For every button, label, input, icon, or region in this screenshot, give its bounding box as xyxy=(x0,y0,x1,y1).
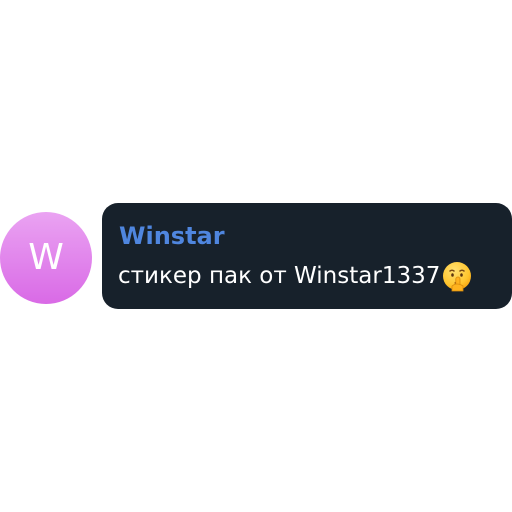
message-content: стикер пак от Winstar1337 xyxy=(118,259,473,293)
chat-message: W Winstar стикер пак от Winstar1337 xyxy=(0,203,512,309)
message-bubble[interactable]: Winstar стикер пак от Winstar1337 xyxy=(102,203,512,309)
avatar-initial: W xyxy=(28,237,64,278)
message-text: стикер пак от Winstar1337 xyxy=(118,263,441,289)
avatar[interactable]: W xyxy=(0,212,92,304)
sender-name[interactable]: Winstar xyxy=(119,221,225,251)
shushing-face-icon xyxy=(443,262,472,292)
